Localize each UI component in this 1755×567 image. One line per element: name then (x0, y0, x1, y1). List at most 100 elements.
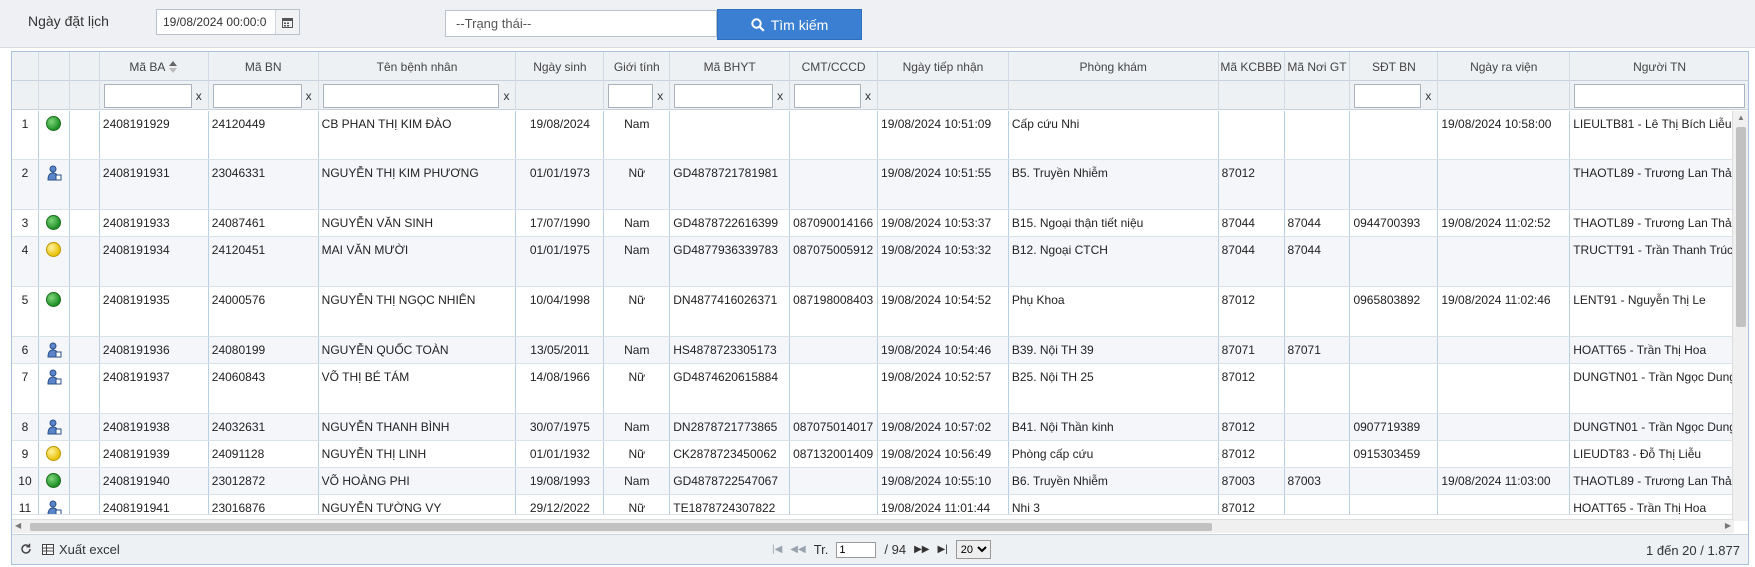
header-col-ma-ba[interactable]: Mã BA (100, 52, 209, 81)
header-col-ngay-sinh[interactable]: Ngày sinh (516, 52, 605, 81)
header-col-bhyt[interactable]: Mã BHYT (670, 52, 791, 81)
booking-date-field[interactable] (156, 9, 300, 35)
cell-col-nguoi-tn: THAOTL89 - Trương Lan Thảo (1570, 210, 1748, 236)
filter-input-col-ma-ba[interactable] (103, 83, 192, 108)
cell-col-phong-kham: Nhi 3 (1009, 495, 1219, 514)
calendar-icon[interactable] (275, 10, 299, 34)
filter-cell-col-sdt: x (1350, 81, 1439, 110)
clear-filter-icon[interactable]: x (501, 89, 511, 103)
clear-filter-icon[interactable]: x (655, 89, 665, 103)
next-page-icon[interactable]: ▶▶ (914, 544, 929, 555)
header-col-nguoi-tn[interactable]: Người TN (1570, 52, 1748, 81)
filter-input-col-cccd[interactable] (794, 83, 862, 108)
header-label: SĐT BN (1372, 59, 1416, 74)
clear-filter-icon[interactable]: x (1423, 89, 1433, 103)
header-col-cccd[interactable]: CMT/CCCD (790, 52, 879, 81)
table-row[interactable]: 11 2408191941 23016876 NGUYỄN TƯỜNG VY 29/12… (12, 495, 1748, 515)
cell-col-ma-bn: 24060843 (209, 364, 319, 413)
header-col-noi-gt[interactable]: Mã Nơi GT (1285, 52, 1351, 81)
clear-filter-icon[interactable]: x (194, 89, 204, 103)
cell-col-index: 1 (12, 111, 39, 159)
header-label: Mã BA (129, 59, 166, 74)
filter-input-col-ten[interactable] (322, 83, 500, 108)
cell-col-noi-gt (1285, 287, 1351, 336)
cell-col-phong-kham: B25. Nội TH 25 (1009, 364, 1219, 413)
clear-filter-icon[interactable]: x (304, 89, 314, 103)
cell-col-status (39, 237, 70, 286)
cell-col-bhyt: GD4878722616399 (670, 210, 791, 236)
filter-input-col-ma-bn[interactable] (212, 83, 302, 108)
green-dot-icon (46, 116, 62, 131)
filter-input-col-sdt[interactable] (1354, 83, 1422, 108)
header-col-ten[interactable]: Tên bệnh nhân (319, 52, 517, 81)
cell-col-sdt: 0907719389 (1350, 414, 1439, 440)
header-col-phong-kham[interactable]: Phòng khám (1009, 52, 1219, 81)
horizontal-scrollbar[interactable]: ◀ ▶ (12, 519, 1734, 533)
header-label: Mã KCBBĐ (1220, 59, 1282, 74)
cell-col-status (39, 160, 70, 209)
table-row[interactable]: 5 2408191935 24000576 NGUYỄN THỊ NGỌC NHIÊN… (12, 287, 1748, 337)
cell-col-bhyt: HS4878723305173 (670, 337, 791, 363)
vertical-scrollbar[interactable]: ▲ (1732, 111, 1748, 521)
table-row[interactable]: 7 2408191937 24060843 VÕ THỊ BÉ TÁM 14/08/19… (12, 364, 1748, 414)
cell-col-nguoi-tn: LIEULTB81 - Lê Thị Bích Liễu (1570, 111, 1748, 159)
header-col-tiep-nhan[interactable]: Ngày tiếp nhận (878, 52, 1009, 81)
cell-col-blank (70, 364, 100, 413)
page-number-input[interactable] (836, 541, 877, 558)
cell-col-tiep-nhan: 19/08/2024 10:53:32 (878, 237, 1009, 286)
table-row[interactable]: 1 2408191929 24120449 CB PHAN THỊ KIM ĐÀO 19… (12, 111, 1748, 160)
horizontal-scroll-thumb[interactable] (30, 523, 1212, 531)
prev-page-icon[interactable]: ◀◀ (790, 544, 805, 555)
cell-col-cccd (790, 111, 879, 159)
table-row[interactable]: 8 2408191938 24032631 NGUYỄN THANH BÌNH 30/0… (12, 414, 1748, 441)
cell-col-kcbbd: 87071 (1219, 337, 1285, 363)
page-size-select[interactable]: 20 (955, 540, 991, 559)
sort-icon[interactable] (168, 60, 178, 73)
scroll-left-icon[interactable]: ◀ (15, 521, 21, 530)
cell-col-tiep-nhan: 19/08/2024 10:54:46 (878, 337, 1009, 363)
filter-input-col-nguoi-tn[interactable] (1574, 83, 1745, 108)
cell-col-gioi-tinh: Nam (604, 414, 671, 440)
cell-col-blank (70, 160, 100, 209)
header-col-gioi-tinh[interactable]: Giới tính (604, 52, 671, 81)
table-row[interactable]: 9 2408191939 24091128 NGUYỄN THỊ LINH 01/01/… (12, 441, 1748, 468)
booking-date-input[interactable] (157, 11, 275, 33)
filter-cell-col-blank (70, 81, 100, 110)
table-row[interactable]: 10 2408191940 23012872 VÕ HOÀNG PHI 19/08/19… (12, 468, 1748, 495)
status-select[interactable]: --Trạng thái-- (445, 10, 717, 37)
last-page-icon[interactable]: ▶| (937, 544, 947, 555)
cell-col-ra-vien: 19/08/2024 11:02:46 (1438, 287, 1571, 336)
search-button[interactable]: Tìm kiếm (717, 9, 862, 40)
export-excel-button[interactable]: Xuất excel (42, 542, 120, 557)
filter-input-col-gioi-tinh[interactable] (608, 83, 654, 108)
cell-col-tiep-nhan: 19/08/2024 11:01:44 (878, 495, 1009, 514)
cell-col-gioi-tinh: Nữ (604, 364, 671, 413)
table-row[interactable]: 4 2408191934 24120451 MAI VĂN MƯỜI 01/01/197… (12, 237, 1748, 287)
clear-filter-icon[interactable]: x (863, 89, 873, 103)
header-col-kcbbd[interactable]: Mã KCBBĐ (1219, 52, 1285, 81)
header-col-ra-vien[interactable]: Ngày ra viện (1438, 52, 1571, 81)
first-page-icon[interactable]: |◀ (772, 544, 782, 555)
header-col-blank[interactable] (70, 52, 100, 81)
header-col-ma-bn[interactable]: Mã BN (209, 52, 319, 81)
clear-filter-icon[interactable]: x (775, 89, 785, 103)
refresh-icon[interactable] (20, 543, 32, 558)
table-row[interactable]: 2 2408191931 23046331 NGUYỄN THỊ KIM PHƯƠNG… (12, 160, 1748, 210)
table-row[interactable]: 3 2408191933 24087461 NGUYỄN VĂN SINH 17/07/… (12, 210, 1748, 237)
cell-col-cccd (790, 160, 879, 209)
search-button-label: Tìm kiếm (770, 16, 829, 33)
person-icon (47, 419, 62, 435)
header-col-index[interactable] (12, 52, 39, 81)
filter-input-col-bhyt[interactable] (674, 83, 774, 108)
vertical-scroll-thumb[interactable] (1736, 127, 1746, 327)
header-col-status[interactable] (39, 52, 70, 81)
table-row[interactable]: 6 2408191936 24080199 NGUYỄN QUỐC TOÀN 13/05… (12, 337, 1748, 364)
header-col-sdt[interactable]: SĐT BN (1350, 52, 1439, 81)
scroll-up-icon[interactable]: ▲ (1737, 113, 1745, 122)
cell-col-blank (70, 111, 100, 159)
cell-col-nguoi-tn: HOATT65 - Trần Thị Hoa (1570, 337, 1748, 363)
cell-col-sdt (1350, 237, 1439, 286)
cell-col-index: 2 (12, 160, 39, 209)
scroll-right-icon[interactable]: ▶ (1725, 521, 1731, 530)
cell-col-gioi-tinh: Nam (604, 337, 671, 363)
